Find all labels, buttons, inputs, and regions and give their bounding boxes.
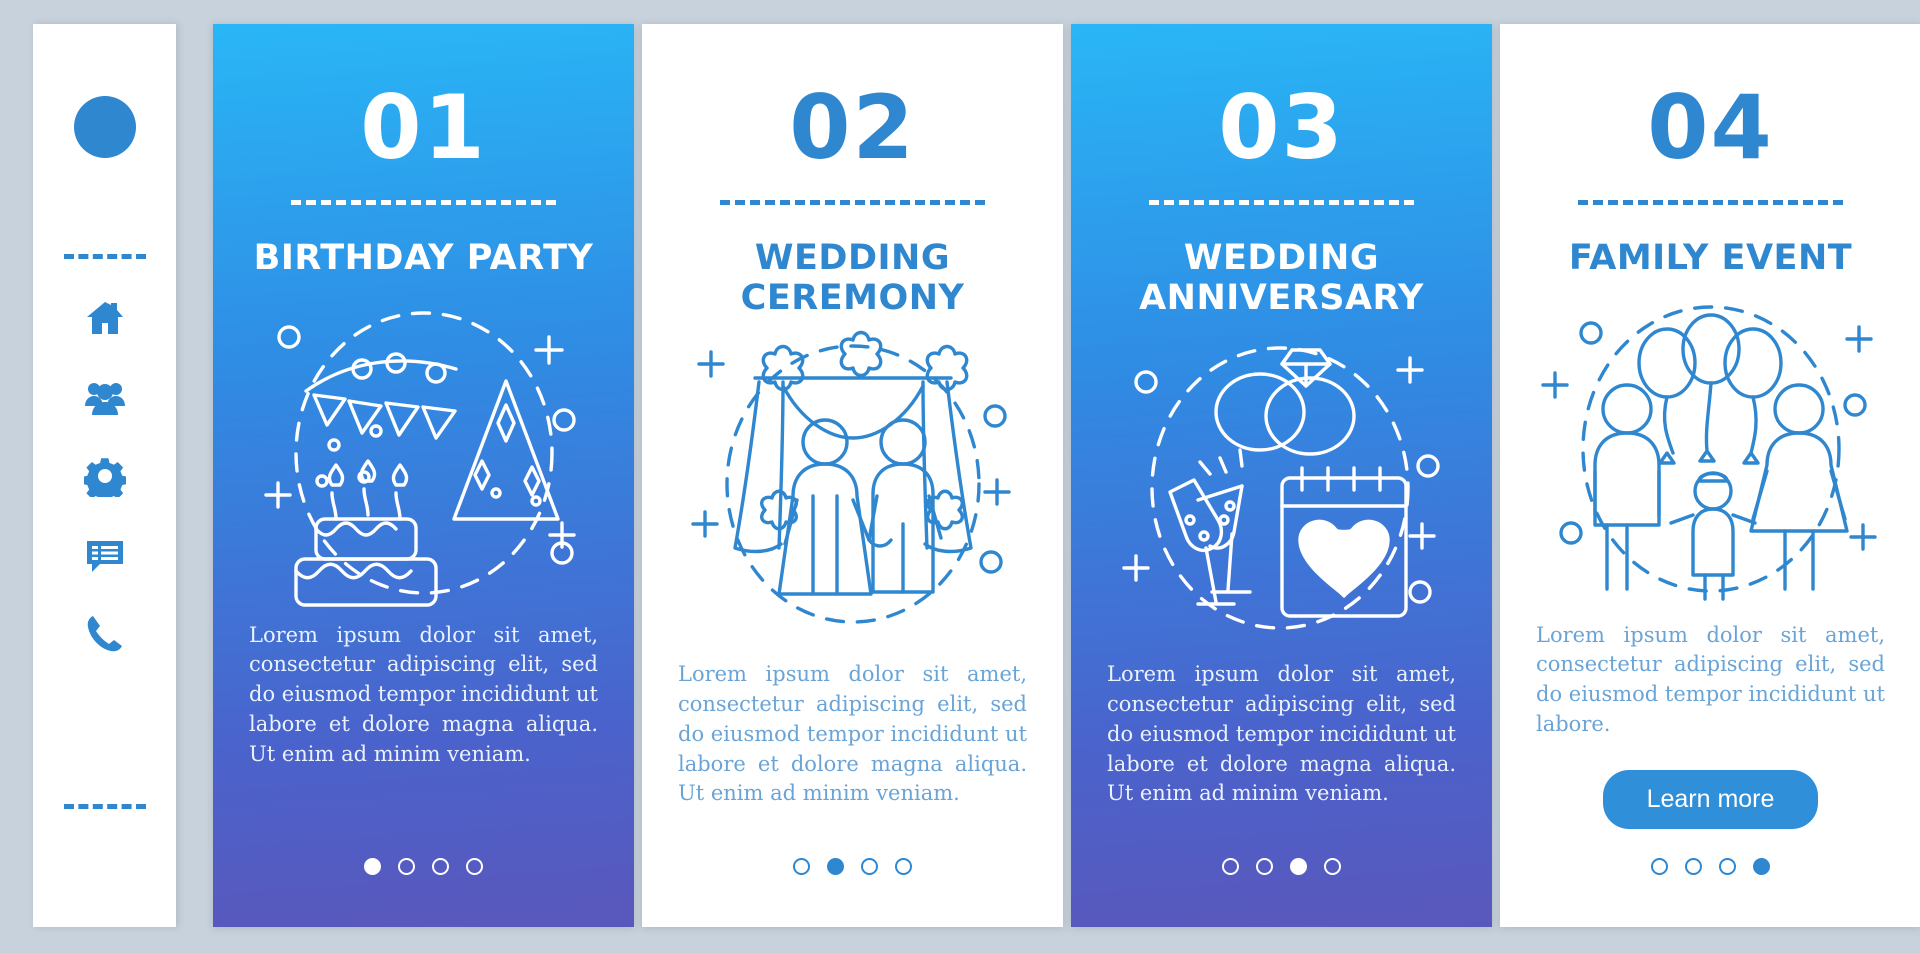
card-title: BIRTHDAY PARTY: [253, 238, 594, 278]
pagination-dot-4[interactable]: [1753, 858, 1770, 875]
card-title: FAMILY EVENT: [1568, 238, 1853, 278]
pagination-dot-3[interactable]: [861, 858, 878, 875]
pagination-dot-1[interactable]: [1651, 858, 1668, 875]
wedding-rings-champagne-calendar-heart-icon: [1071, 324, 1492, 654]
pagination-dot-2[interactable]: [398, 858, 415, 875]
phone-icon[interactable]: [84, 613, 126, 655]
wedding-couple-arch-icon: [642, 324, 1063, 654]
pagination-dots[interactable]: [1071, 858, 1492, 875]
card-title: WEDDING ANNIVERSARY: [1139, 238, 1424, 318]
birthday-cake-party-hat-bunting-icon: [213, 285, 634, 615]
onboarding-card-birthday-party[interactable]: 01 BIRTHDAY PARTY Lorem ipsum dolor sit …: [213, 24, 634, 927]
onboarding-card-wedding-ceremony[interactable]: 02 WEDDING CEREMONY Lorem ipsum dolor si…: [642, 24, 1063, 927]
sidebar: [33, 24, 176, 927]
sidebar-nav: [82, 297, 127, 655]
pagination-dot-1[interactable]: [793, 858, 810, 875]
pagination-dot-4[interactable]: [895, 858, 912, 875]
pagination-dot-1[interactable]: [364, 858, 381, 875]
card-divider: [720, 200, 985, 205]
pagination-dot-3[interactable]: [432, 858, 449, 875]
card-body: Lorem ipsum dolor sit amet, consectetur …: [678, 662, 1027, 806]
onboarding-screens-stage: 01 BIRTHDAY PARTY Lorem ipsum dolor sit …: [0, 0, 1920, 953]
pagination-dot-4[interactable]: [1324, 858, 1341, 875]
pagination-dot-2[interactable]: [1256, 858, 1273, 875]
pagination-dot-4[interactable]: [466, 858, 483, 875]
pagination-dots[interactable]: [1500, 858, 1920, 875]
card-divider: [1578, 200, 1843, 205]
card-divider: [291, 200, 556, 205]
sidebar-bottom-divider-wrap: [63, 804, 146, 809]
sidebar-top-divider: [63, 254, 146, 259]
card-number: 02: [789, 76, 916, 179]
pagination-dot-3[interactable]: [1719, 858, 1736, 875]
learn-more-button[interactable]: Learn more: [1602, 769, 1819, 829]
chat-icon[interactable]: [84, 534, 126, 576]
pagination-dot-2[interactable]: [1685, 858, 1702, 875]
card-body: Lorem ipsum dolor sit amet, consectetur …: [1107, 662, 1456, 806]
card-body: Lorem ipsum dolor sit amet, consectetur …: [249, 622, 598, 766]
onboarding-card-wedding-anniversary[interactable]: 03 WEDDING ANNIVERSARY Lorem ipsum dolor…: [1071, 24, 1492, 927]
card-number: 01: [360, 76, 487, 179]
sidebar-bottom-divider: [63, 804, 146, 809]
onboarding-cards: 01 BIRTHDAY PARTY Lorem ipsum dolor sit …: [213, 24, 1920, 927]
card-title: WEDDING CEREMONY: [740, 238, 965, 318]
onboarding-card-family-event[interactable]: 04 FAMILY EVENT Lorem ipsum dolor sit am…: [1500, 24, 1920, 927]
card-divider: [1149, 200, 1414, 205]
cta-wrap: Learn more: [1500, 769, 1920, 829]
pagination-dot-2[interactable]: [827, 858, 844, 875]
pagination-dot-3[interactable]: [1290, 858, 1307, 875]
home-icon[interactable]: [84, 297, 126, 339]
card-number: 04: [1647, 76, 1774, 179]
family-balloons-icon: [1500, 285, 1920, 615]
pagination-dots[interactable]: [642, 858, 1063, 875]
pagination-dot-1[interactable]: [1222, 858, 1239, 875]
pagination-dots[interactable]: [213, 858, 634, 875]
avatar[interactable]: [73, 96, 136, 158]
card-number: 03: [1218, 76, 1345, 179]
gear-icon[interactable]: [82, 455, 127, 503]
card-body: Lorem ipsum dolor sit amet, consectetur …: [1536, 622, 1885, 736]
users-icon[interactable]: [84, 376, 126, 418]
